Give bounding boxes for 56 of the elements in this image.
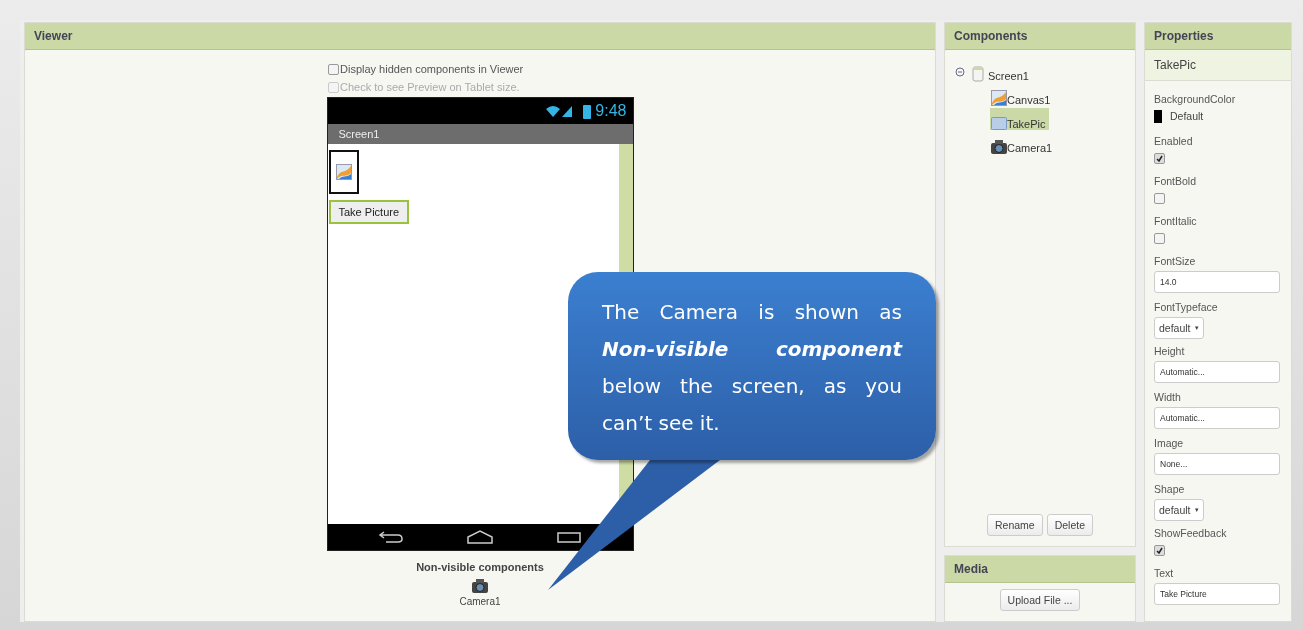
property-label: Enabled: [1154, 135, 1194, 149]
tree-item[interactable]: TakePic: [990, 108, 1049, 130]
property-label: Width: [1154, 391, 1182, 405]
property-label: Image: [1154, 437, 1185, 451]
checkbox[interactable]: [1154, 192, 1165, 204]
canvas-component[interactable]: [328, 150, 359, 194]
clock-time: 9:48: [595, 102, 627, 120]
text-field[interactable]: Automatic...: [1154, 407, 1280, 429]
option-label: Check to see Preview on Tablet size.: [340, 81, 520, 93]
option-label: Display hidden components in Viewer: [340, 63, 524, 75]
camera-icon: [991, 140, 1007, 154]
home-icon[interactable]: [466, 530, 494, 544]
property-label: FontTypeface: [1154, 301, 1219, 315]
recents-icon[interactable]: [555, 530, 582, 544]
component-label: Camera1: [459, 596, 501, 607]
property-label: FontBold: [1154, 175, 1198, 189]
screen-icon: [972, 66, 984, 82]
selected-component-name: TakePic: [1145, 50, 1291, 81]
property-label: FontItalic: [1154, 215, 1198, 229]
button-icon: [991, 117, 1007, 130]
property-label: Text: [1154, 567, 1175, 581]
color-value: Default: [1170, 110, 1204, 122]
panel-header: Viewer: [25, 23, 935, 50]
text-field[interactable]: 14.0: [1154, 271, 1280, 293]
action-button[interactable]: Rename: [986, 514, 1043, 536]
panel-header: Media: [945, 556, 1135, 583]
back-icon[interactable]: [378, 530, 405, 544]
canvas-icon: [335, 164, 352, 180]
take-picture-button[interactable]: Take Picture: [328, 200, 410, 224]
color-swatch[interactable]: [1154, 109, 1162, 123]
text-field[interactable]: Automatic...: [1154, 361, 1280, 383]
tree-item[interactable]: Screen1: [971, 60, 1032, 82]
tree-item[interactable]: Canvas1: [990, 84, 1054, 106]
canvas-icon: [991, 90, 1007, 106]
action-button[interactable]: Delete: [1046, 514, 1094, 536]
panel-header: Properties: [1145, 23, 1291, 50]
callout-text: The Camera is shown as Non-visible component below the screen, as you can’t see it.: [602, 299, 902, 437]
tree-item[interactable]: Camera1: [990, 132, 1056, 154]
checkbox[interactable]: [328, 63, 339, 75]
screen-title: Screen1: [327, 124, 633, 144]
collapse-icon[interactable]: [955, 67, 965, 77]
text-field[interactable]: None...: [1154, 453, 1280, 475]
nonvisible-title: Non-visible components: [416, 561, 544, 573]
text-field[interactable]: Take Picture: [1154, 583, 1280, 605]
checkbox[interactable]: [1154, 544, 1165, 556]
camera-icon: [472, 579, 488, 593]
property-label: FontSize: [1154, 255, 1197, 269]
checkbox[interactable]: [1154, 152, 1165, 164]
property-label: Height: [1154, 345, 1186, 359]
property-label: ShowFeedback: [1154, 527, 1228, 541]
property-label: BackgroundColor: [1154, 93, 1237, 107]
checkbox[interactable]: [1154, 232, 1165, 244]
property-label: Shape: [1154, 483, 1186, 497]
panel-header: Components: [945, 23, 1135, 50]
battery-icon: [583, 103, 592, 119]
upload-button[interactable]: Upload File ...: [999, 589, 1081, 611]
